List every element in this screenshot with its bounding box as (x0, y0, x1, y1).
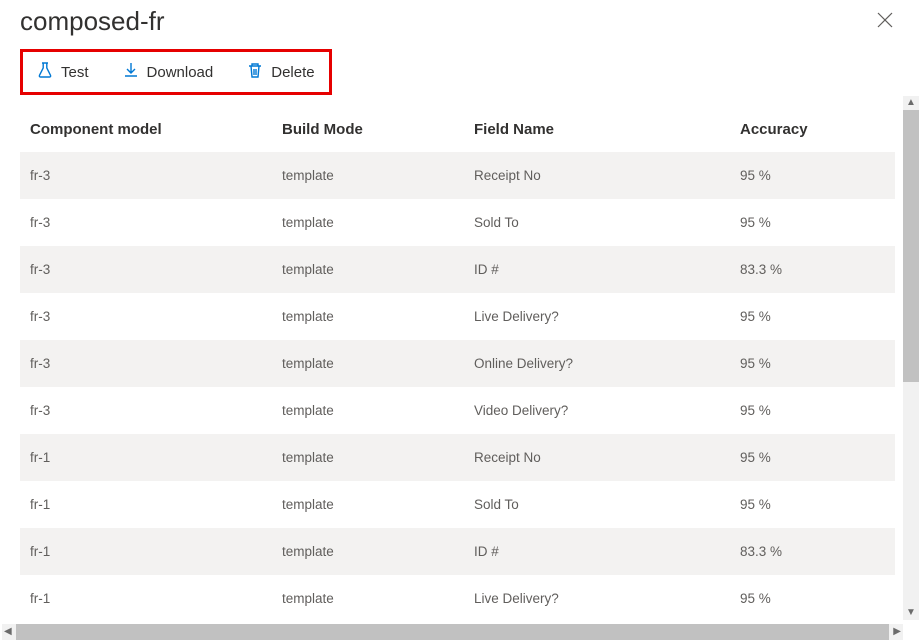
trash-icon (247, 62, 263, 82)
cell-component: fr-3 (20, 152, 272, 199)
table-header-row: Component model Build Mode Field Name Ac… (20, 109, 895, 152)
table-row[interactable]: fr-1templateID #83.3 % (20, 528, 895, 575)
table-row[interactable]: fr-1templateSold To95 % (20, 481, 895, 528)
col-component[interactable]: Component model (20, 109, 272, 152)
cell-fieldname: Receipt No (464, 434, 730, 481)
cell-buildmode: template (272, 293, 464, 340)
download-button-label: Download (147, 64, 214, 81)
toolbar: Test Download Delete (20, 49, 332, 95)
download-button[interactable]: Download (115, 56, 222, 88)
test-button-label: Test (61, 64, 89, 81)
cell-fieldname: Live Delivery? (464, 293, 730, 340)
horizontal-scrollbar-thumb[interactable] (16, 624, 889, 640)
scroll-down-icon[interactable]: ▼ (906, 606, 916, 620)
fields-table-container: Component model Build Mode Field Name Ac… (20, 109, 901, 639)
cell-component: fr-1 (20, 481, 272, 528)
cell-buildmode: template (272, 246, 464, 293)
cell-component: fr-3 (20, 340, 272, 387)
table-row[interactable]: fr-3templateReceipt No95 % (20, 152, 895, 199)
cell-accuracy: 95 % (730, 340, 895, 387)
cell-fieldname: Online Delivery? (464, 340, 730, 387)
table-row[interactable]: fr-3templateLive Delivery?95 % (20, 293, 895, 340)
cell-component: fr-3 (20, 387, 272, 434)
vertical-scrollbar[interactable]: ▲ ▼ (903, 96, 919, 620)
model-detail-panel: composed-fr Test Download Delete (0, 0, 921, 639)
scroll-left-icon[interactable]: ◀ (2, 627, 14, 637)
table-row[interactable]: fr-3templateSold To95 % (20, 199, 895, 246)
delete-button-label: Delete (271, 64, 314, 81)
cell-fieldname: Sold To (464, 481, 730, 528)
cell-component: fr-1 (20, 575, 272, 622)
close-icon (877, 12, 893, 32)
horizontal-scrollbar[interactable]: ◀ ▶ (2, 624, 903, 640)
cell-fieldname: Video Delivery? (464, 387, 730, 434)
cell-component: fr-3 (20, 199, 272, 246)
col-accuracy[interactable]: Accuracy (730, 109, 895, 152)
table-row[interactable]: fr-1templateLive Delivery?95 % (20, 575, 895, 622)
cell-component: fr-3 (20, 293, 272, 340)
table-row[interactable]: fr-3templateID #83.3 % (20, 246, 895, 293)
panel-title: composed-fr (20, 6, 165, 37)
cell-accuracy: 95 % (730, 481, 895, 528)
cell-accuracy: 95 % (730, 293, 895, 340)
cell-fieldname: Sold To (464, 199, 730, 246)
cell-accuracy: 95 % (730, 152, 895, 199)
scroll-up-icon[interactable]: ▲ (906, 96, 916, 110)
table-row[interactable]: fr-3templateOnline Delivery?95 % (20, 340, 895, 387)
cell-fieldname: ID # (464, 246, 730, 293)
delete-button[interactable]: Delete (239, 56, 322, 88)
fields-table: Component model Build Mode Field Name Ac… (20, 109, 895, 622)
col-fieldname[interactable]: Field Name (464, 109, 730, 152)
cell-component: fr-1 (20, 528, 272, 575)
table-row[interactable]: fr-1templateReceipt No95 % (20, 434, 895, 481)
test-button[interactable]: Test (29, 56, 97, 88)
download-icon (123, 62, 139, 82)
cell-component: fr-3 (20, 246, 272, 293)
vertical-scrollbar-thumb[interactable] (903, 110, 919, 382)
cell-buildmode: template (272, 434, 464, 481)
cell-buildmode: template (272, 528, 464, 575)
cell-accuracy: 95 % (730, 387, 895, 434)
cell-accuracy: 83.3 % (730, 246, 895, 293)
cell-buildmode: template (272, 481, 464, 528)
cell-buildmode: template (272, 340, 464, 387)
cell-component: fr-1 (20, 434, 272, 481)
cell-buildmode: template (272, 575, 464, 622)
table-row[interactable]: fr-3templateVideo Delivery?95 % (20, 387, 895, 434)
cell-accuracy: 83.3 % (730, 528, 895, 575)
panel-header: composed-fr (20, 6, 901, 37)
scroll-right-icon[interactable]: ▶ (891, 627, 903, 637)
cell-accuracy: 95 % (730, 434, 895, 481)
cell-fieldname: Live Delivery? (464, 575, 730, 622)
cell-accuracy: 95 % (730, 575, 895, 622)
cell-fieldname: ID # (464, 528, 730, 575)
flask-icon (37, 62, 53, 82)
cell-accuracy: 95 % (730, 199, 895, 246)
cell-buildmode: template (272, 387, 464, 434)
cell-buildmode: template (272, 152, 464, 199)
col-buildmode[interactable]: Build Mode (272, 109, 464, 152)
cell-fieldname: Receipt No (464, 152, 730, 199)
close-button[interactable] (869, 8, 901, 35)
cell-buildmode: template (272, 199, 464, 246)
